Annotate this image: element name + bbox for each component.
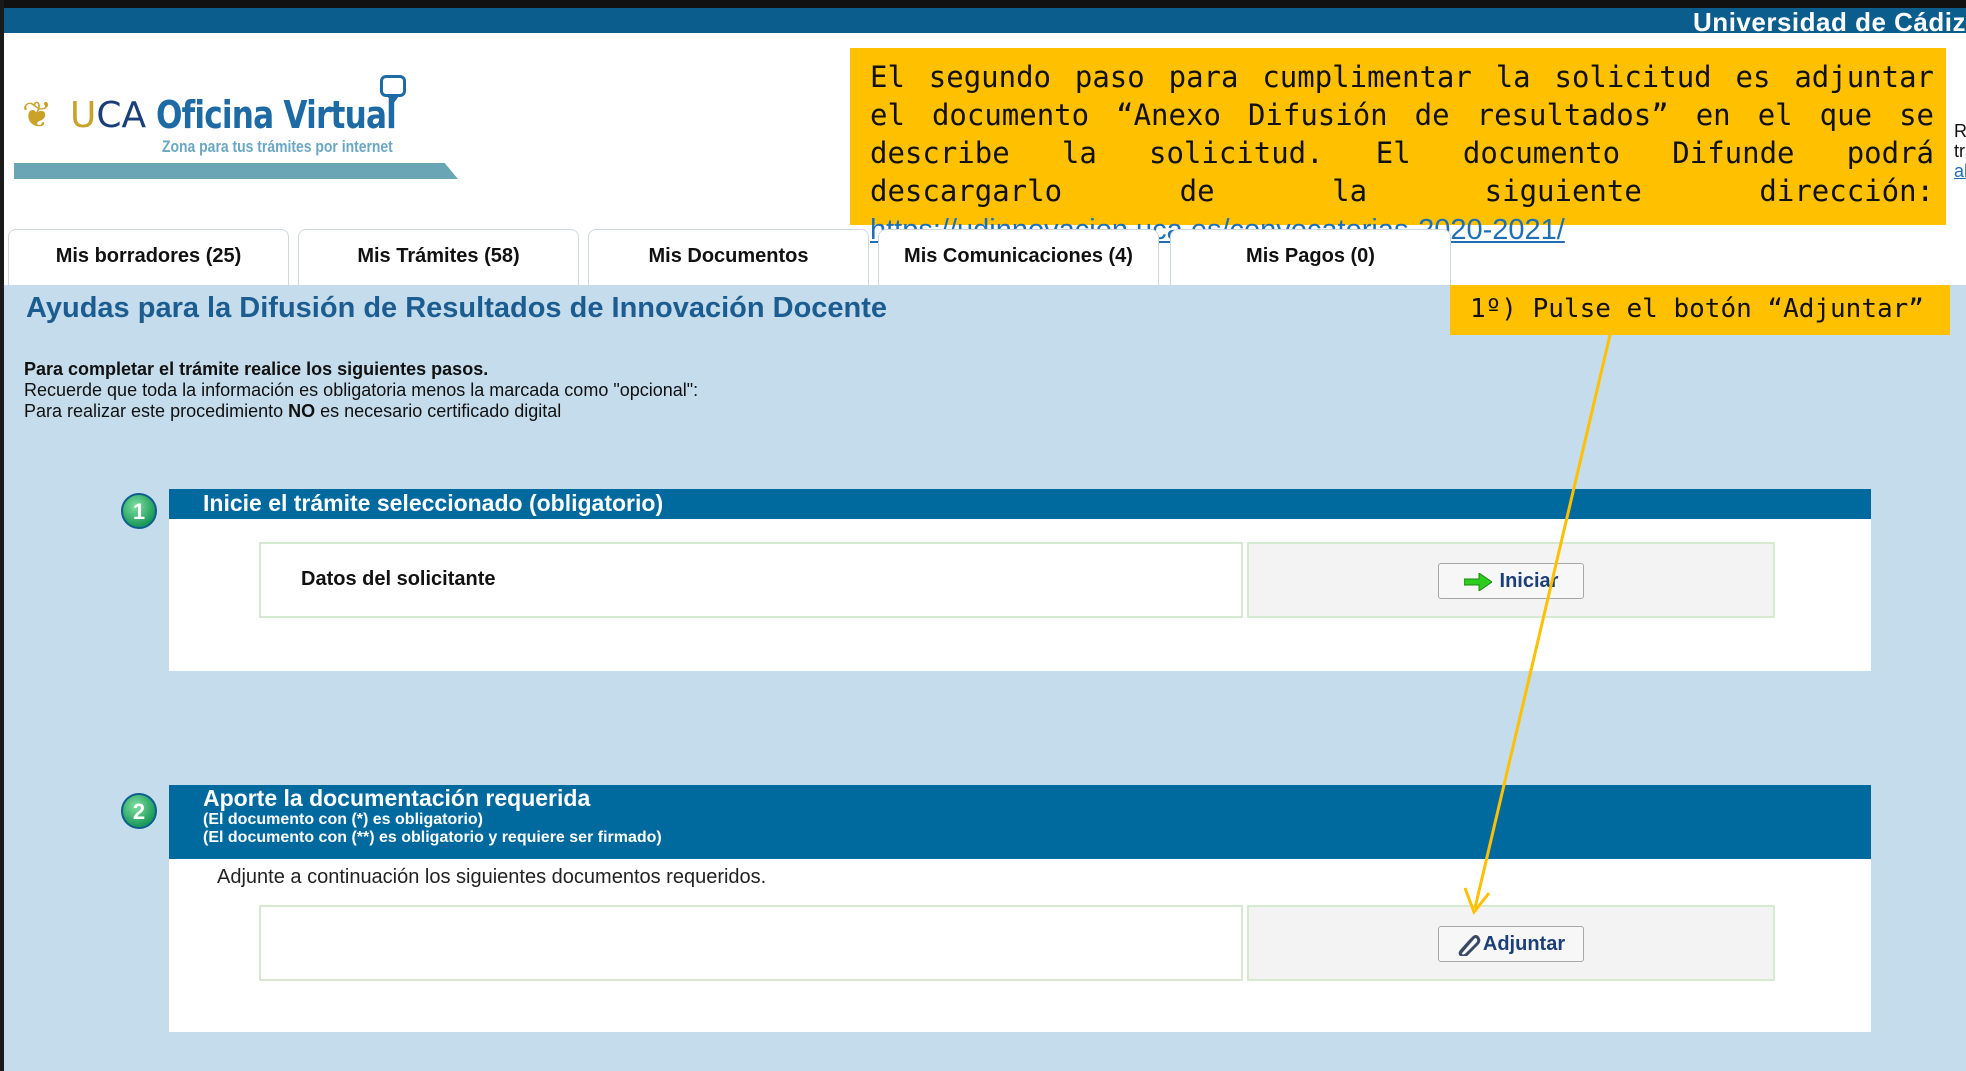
step-1-title: Inicie el trámite seleccionado (obligato… — [203, 490, 664, 516]
intro-line-2: Recuerde que toda la información es obli… — [24, 380, 699, 400]
chat-bubble-icon — [380, 75, 406, 104]
step-1-badge: 1 — [121, 493, 157, 529]
tab-bar: Mis borradores (25) Mis Trámites (58) Mi… — [8, 229, 1966, 285]
intro-line-1: Para completar el trámite realice los si… — [24, 359, 489, 379]
university-name: Universidad de Cádiz — [1693, 7, 1966, 37]
uca-oficina-virtual-logo[interactable]: ❦ UCA Oficina Virtual Zona para tus trám… — [14, 55, 462, 185]
top-bar: Universidad de Cádiz — [0, 0, 1966, 37]
step-2-note-2: (El documento con (**) es obligatorio y … — [203, 829, 662, 846]
tab-mis-pagos[interactable]: Mis Pagos (0) — [1170, 229, 1451, 285]
edge-link-fragment[interactable]: ali — [1954, 161, 1966, 181]
intro-text: Para completar el trámite realice los si… — [24, 359, 698, 422]
step-1-header: 1 Inicie el trámite seleccionado (obliga… — [121, 489, 1871, 529]
step-2-title: Aporte la documentación requerida — [203, 785, 591, 811]
tab-mis-borradores[interactable]: Mis borradores (25) — [8, 229, 289, 285]
step-1-action-cell: Iniciar — [1247, 542, 1775, 618]
callout-text: El segundo paso para cumplimentar la sol… — [870, 60, 1934, 208]
screenshot-frame: Universidad de Cádiz ❦ UCA Oficina Virtu… — [0, 0, 1966, 1071]
intro-line-3: Para realizar este procedimiento NO es n… — [24, 401, 562, 421]
step-2-row — [259, 905, 1243, 981]
step-2-panel: 2 Aporte la documentación requerida (El … — [121, 785, 1871, 1032]
uca-emblem-icon: ❦ — [22, 94, 53, 135]
green-arrow-icon — [1463, 572, 1492, 591]
adjuntar-button-label: Adjuntar — [1482, 933, 1566, 955]
step-2-instruction: Adjunte a continuación los siguientes do… — [217, 866, 767, 888]
step-1-row-label: Datos del solicitante — [301, 568, 496, 590]
logo-title: Oficina Virtual — [156, 93, 397, 137]
iniciar-button[interactable]: Iniciar — [1438, 563, 1584, 599]
tab-mis-documentos[interactable]: Mis Documentos — [588, 229, 869, 285]
step-1-panel: 1 Inicie el trámite seleccionado (obliga… — [121, 489, 1871, 671]
logo-underline-bar — [14, 163, 458, 179]
instruction-callout: El segundo paso para cumplimentar la sol… — [850, 48, 1946, 246]
step-2-note-1: (El documento con (*) es obligatorio) — [203, 811, 483, 828]
tab-mis-comunicaciones[interactable]: Mis Comunicaciones (4) — [878, 229, 1159, 285]
step-callout: 1º) Pulse el botón “Adjuntar” — [1450, 285, 1950, 335]
main-content: Ayudas para la Difusión de Resultados de… — [4, 285, 1966, 1071]
logo-brand: UCA — [70, 95, 147, 136]
tab-mis-tramites[interactable]: Mis Trámites (58) — [298, 229, 579, 285]
edge-text-fragment: tra — [1954, 141, 1966, 161]
iniciar-button-label: Iniciar — [1499, 570, 1559, 592]
step-1-row: Datos del solicitante — [259, 542, 1243, 618]
adjuntar-button[interactable]: Adjuntar — [1438, 926, 1584, 962]
paperclip-icon — [1458, 934, 1481, 956]
step-2-header: 2 Aporte la documentación requerida (El … — [121, 785, 1871, 859]
page-title: Ayudas para la Difusión de Resultados de… — [26, 292, 888, 324]
logo-subtitle: Zona para tus trámites por internet — [162, 137, 393, 156]
step-2-badge: 2 — [121, 793, 157, 829]
edge-text-fragment: RA — [1954, 121, 1966, 141]
step-2-action-cell: Adjuntar — [1247, 905, 1775, 981]
